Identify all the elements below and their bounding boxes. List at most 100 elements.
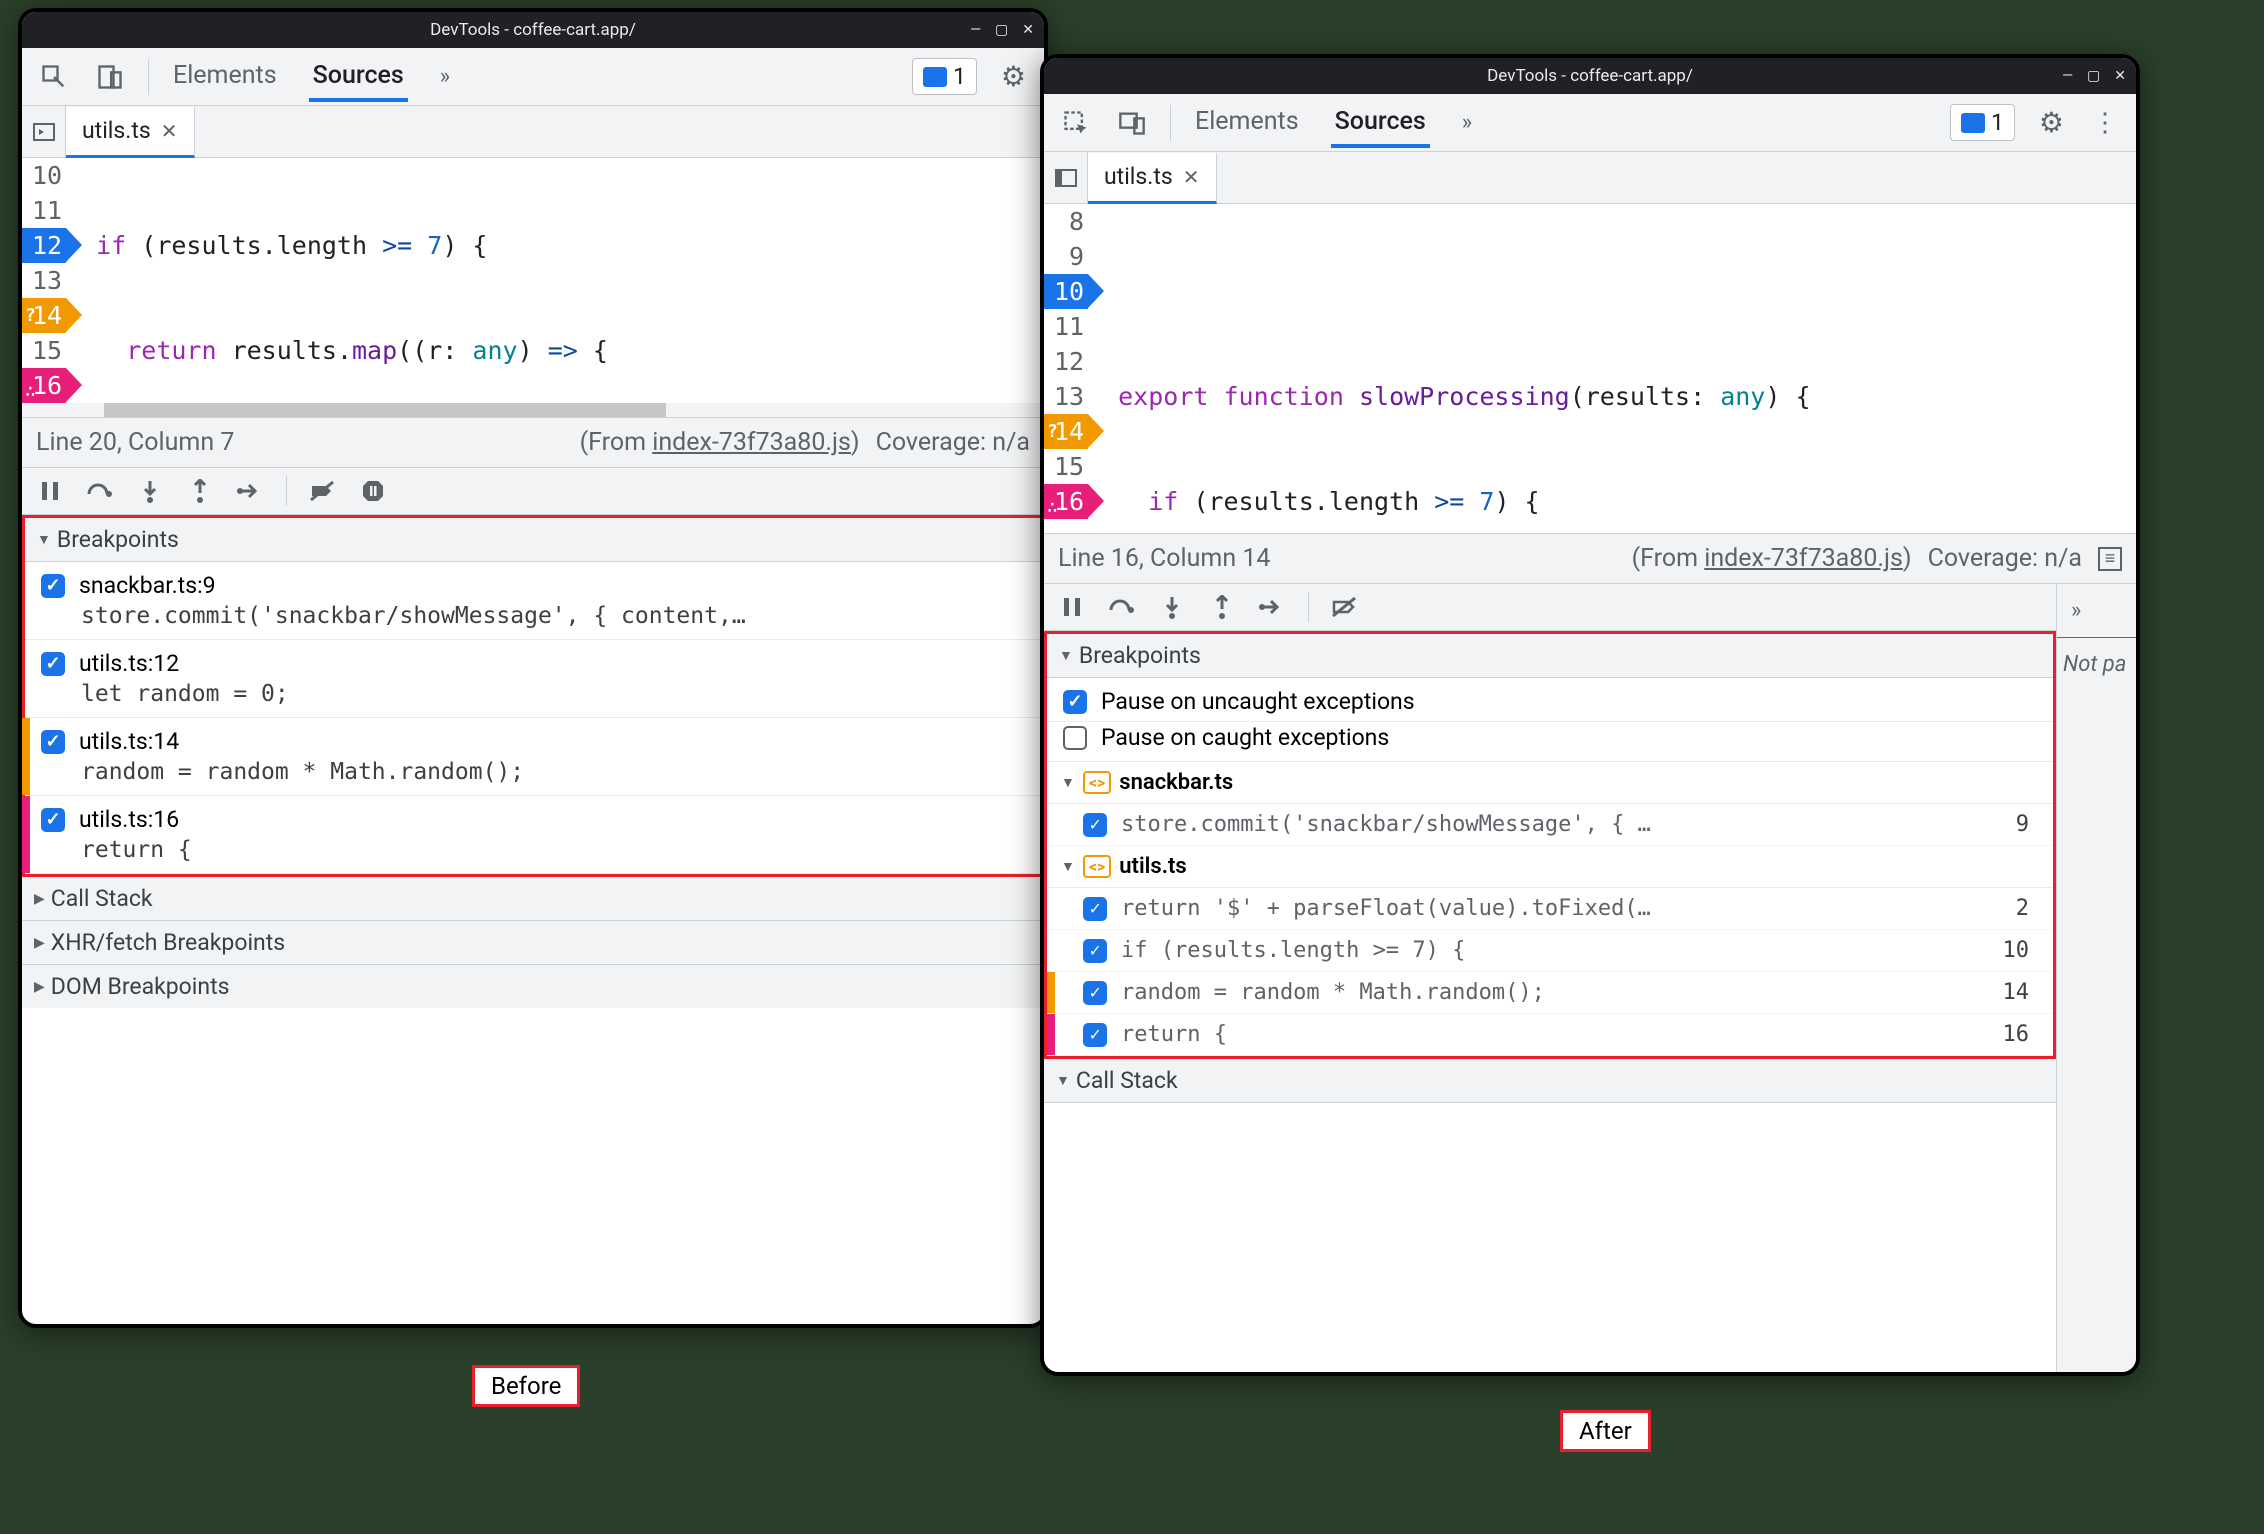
pause-icon[interactable]: [36, 477, 64, 505]
checkbox-icon[interactable]: [1083, 813, 1107, 837]
breakpoint-row[interactable]: return { 16: [1047, 1014, 2053, 1056]
checkbox-icon[interactable]: [1083, 897, 1107, 921]
checkbox-icon[interactable]: [1083, 939, 1107, 963]
line-11[interactable]: 11: [1044, 309, 1088, 344]
code-content[interactable]: export function slowProcessing(results: …: [1098, 204, 2136, 533]
conditional-breakpoint-line-14[interactable]: 14: [22, 298, 66, 333]
line-8[interactable]: 8: [1044, 204, 1088, 239]
source-map-link[interactable]: index-73f73a80.js: [652, 428, 851, 457]
step-over-icon[interactable]: [1108, 593, 1136, 621]
step-icon[interactable]: [1258, 593, 1286, 621]
maximize-icon[interactable]: ▢: [2087, 68, 2100, 84]
checkbox-icon[interactable]: [41, 730, 65, 754]
deactivate-breakpoints-icon[interactable]: [309, 477, 337, 505]
deactivate-breakpoints-icon[interactable]: [1331, 593, 1359, 621]
breakpoint-row[interactable]: return '$' + parseFloat(value).toFixed(……: [1047, 888, 2053, 930]
inspect-icon[interactable]: [1058, 105, 1094, 141]
line-9[interactable]: 9: [1044, 239, 1088, 274]
line-13[interactable]: 13: [1044, 379, 1088, 414]
breakpoints-header[interactable]: ▼ Breakpoints: [25, 518, 1041, 562]
step-over-icon[interactable]: [86, 477, 114, 505]
pretty-print-icon[interactable]: ≡: [2098, 547, 2122, 571]
pause-exceptions-icon[interactable]: [359, 477, 387, 505]
more-tabs-icon[interactable]: »: [1458, 97, 1476, 148]
breakpoint-line-12[interactable]: 12: [22, 228, 66, 263]
line-12[interactable]: 12: [1044, 344, 1088, 379]
inspect-icon[interactable]: [36, 59, 72, 95]
code-editor[interactable]: 8 9 10 11 12 13 14 15 16 export function…: [1044, 204, 2136, 534]
tab-elements[interactable]: Elements: [1191, 97, 1303, 148]
line-15[interactable]: 15: [1044, 449, 1088, 484]
breakpoint-item[interactable]: utils.ts:14 random = random * Math.rando…: [25, 718, 1041, 796]
conditional-breakpoint-line-14[interactable]: 14: [1044, 414, 1088, 449]
breakpoint-item[interactable]: snackbar.ts:9 store.commit('snackbar/sho…: [25, 562, 1041, 640]
breakpoint-row[interactable]: store.commit('snackbar/showMessage', { ……: [1047, 804, 2053, 846]
more-options-icon[interactable]: ⋮: [2088, 104, 2122, 142]
logpoint-line-16[interactable]: 16: [1044, 484, 1088, 519]
breakpoint-row[interactable]: if (results.length >= 7) { 10: [1047, 930, 2053, 972]
console-msg-badge[interactable]: 1: [1950, 104, 2015, 141]
step-into-icon[interactable]: [136, 477, 164, 505]
file-tab-utils[interactable]: utils.ts ✕: [1088, 153, 1217, 204]
navigator-toggle-icon[interactable]: [1044, 152, 1088, 203]
device-mode-icon[interactable]: [1114, 105, 1150, 141]
line-11[interactable]: 11: [22, 193, 66, 228]
code-content[interactable]: if (results.length >= 7) { return result…: [76, 158, 1044, 417]
settings-icon[interactable]: ⚙: [2035, 102, 2068, 143]
tab-sources[interactable]: Sources: [309, 51, 408, 102]
close-window-icon[interactable]: ✕: [1022, 22, 1034, 38]
close-icon[interactable]: ✕: [1183, 165, 1200, 189]
file-group-snackbar[interactable]: ▼ <> snackbar.ts: [1047, 762, 2053, 804]
breakpoint-line-10[interactable]: 10: [1044, 274, 1088, 309]
checkbox-icon[interactable]: [41, 652, 65, 676]
file-tab-utils[interactable]: utils.ts ✕: [66, 107, 195, 158]
checkbox-icon[interactable]: [1083, 981, 1107, 1005]
navigator-toggle-icon[interactable]: [22, 106, 66, 157]
line-13[interactable]: 13: [22, 263, 66, 298]
breakpoint-item[interactable]: utils.ts:12 let random = 0;: [25, 640, 1041, 718]
horizontal-scrollbar[interactable]: [22, 403, 1044, 417]
callstack-header[interactable]: ▼Call Stack: [1044, 1059, 2056, 1103]
checkbox-icon[interactable]: [1063, 690, 1087, 714]
tab-sources[interactable]: Sources: [1331, 97, 1430, 148]
line-10[interactable]: 10: [22, 158, 66, 193]
minimize-icon[interactable]: —: [2062, 68, 2073, 84]
dom-breakpoints-header[interactable]: ▶DOM Breakpoints: [22, 965, 1044, 1008]
source-map-link[interactable]: index-73f73a80.js: [1704, 544, 1903, 573]
breakpoint-row[interactable]: random = random * Math.random(); 14: [1047, 972, 2053, 1014]
close-window-icon[interactable]: ✕: [2114, 68, 2126, 84]
checkbox-icon[interactable]: [1083, 1023, 1107, 1047]
message-icon: [923, 67, 947, 87]
close-icon[interactable]: ✕: [161, 119, 178, 143]
logpoint-line-16[interactable]: 16: [22, 368, 66, 403]
expand-tabs-icon[interactable]: »: [2057, 584, 2136, 638]
checkbox-icon[interactable]: [1063, 726, 1087, 750]
step-out-icon[interactable]: [1208, 593, 1236, 621]
file-group-utils[interactable]: ▼ <> utils.ts: [1047, 846, 2053, 888]
line-gutter[interactable]: 10 11 12 13 14 15 16: [22, 158, 76, 417]
checkbox-icon[interactable]: [41, 574, 65, 598]
more-tabs-icon[interactable]: »: [436, 51, 454, 102]
checkbox-icon[interactable]: [41, 808, 65, 832]
pause-uncaught-option[interactable]: Pause on uncaught exceptions: [1047, 678, 2053, 722]
step-icon[interactable]: [236, 477, 264, 505]
tab-elements[interactable]: Elements: [169, 51, 281, 102]
xhr-breakpoints-header[interactable]: ▶XHR/fetch Breakpoints: [22, 921, 1044, 965]
settings-icon[interactable]: ⚙: [997, 56, 1030, 97]
line-15[interactable]: 15: [22, 333, 66, 368]
step-out-icon[interactable]: [186, 477, 214, 505]
device-mode-icon[interactable]: [92, 59, 128, 95]
pause-icon[interactable]: [1058, 593, 1086, 621]
code-editor[interactable]: 10 11 12 13 14 15 16 if (results.length …: [22, 158, 1044, 418]
breakpoints-header[interactable]: ▼ Breakpoints: [1047, 634, 2053, 678]
cursor-position: Line 20, Column 7: [36, 428, 234, 457]
main-toolbar: Elements Sources » 1 ⚙: [22, 48, 1044, 106]
step-into-icon[interactable]: [1158, 593, 1186, 621]
minimize-icon[interactable]: —: [970, 22, 981, 38]
console-msg-badge[interactable]: 1: [912, 58, 977, 95]
breakpoint-item[interactable]: utils.ts:16 return {: [25, 796, 1041, 874]
maximize-icon[interactable]: ▢: [995, 22, 1008, 38]
pause-caught-option[interactable]: Pause on caught exceptions: [1047, 722, 2053, 762]
line-gutter[interactable]: 8 9 10 11 12 13 14 15 16: [1044, 204, 1098, 533]
callstack-header[interactable]: ▶Call Stack: [22, 877, 1044, 921]
